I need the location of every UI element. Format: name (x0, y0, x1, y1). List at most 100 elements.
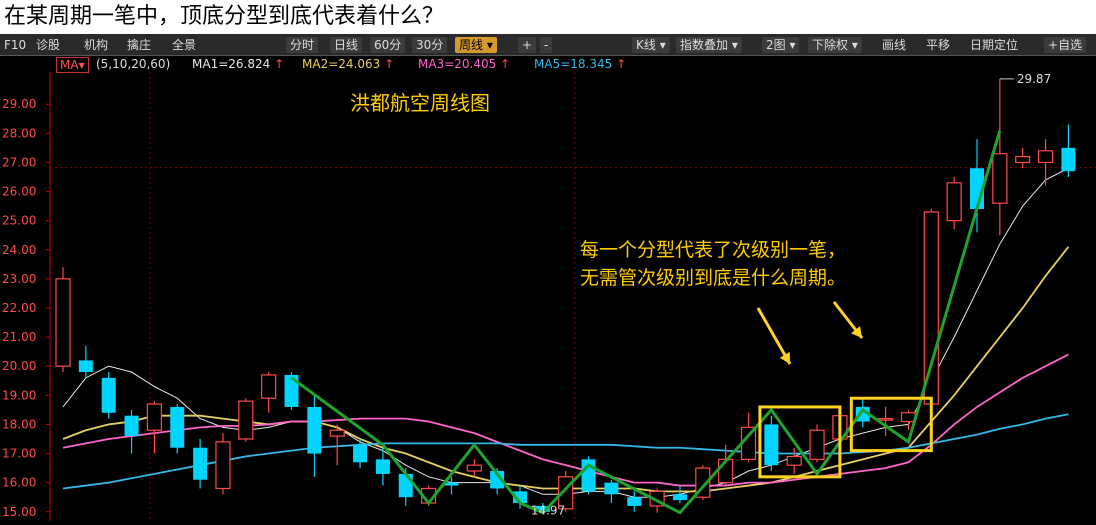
y-tick-label: 18.00 (2, 417, 36, 431)
candle (78, 345, 93, 378)
candle-body-down (444, 482, 459, 486)
candle-body-up (992, 153, 1008, 204)
moving-average-layer (62, 167, 1070, 498)
candle-body-up (215, 441, 231, 490)
bi-stroke-line (290, 129, 1002, 515)
ma-line-ma1 (62, 167, 1069, 498)
kline-label: K线 (636, 38, 656, 52)
tab-timeshare[interactable]: 分时 (286, 37, 319, 53)
candle-body-up (923, 211, 939, 405)
candle (672, 485, 687, 504)
candle-body-up (1015, 156, 1031, 164)
annotation-text: 无需管次级别到底是什么周期。 (580, 267, 846, 289)
ma5-value: MA5=18.345 ↑ (534, 56, 626, 72)
ex-rights-label: 下除权 (812, 38, 849, 52)
candle-body-down (627, 497, 642, 506)
ma-line-ma3 (62, 353, 1069, 487)
tab-30min[interactable]: 30分 (412, 37, 448, 53)
date-locate-button[interactable]: 日期定位 (970, 37, 1018, 53)
y-tick-label: 25.00 (2, 214, 36, 228)
ma1-label: MA1=26.824 (192, 57, 271, 71)
candle-body-down (1061, 147, 1076, 172)
candle (627, 491, 642, 512)
y-tick-label: 27.00 (2, 155, 36, 169)
ma-params: (5,10,20,60) (96, 57, 171, 71)
max-price-label: 29.87 (1017, 72, 1051, 86)
candle-body-down (170, 406, 185, 448)
y-tick-label: 19.00 (2, 388, 36, 402)
candle-body-up (146, 403, 162, 431)
candle (101, 372, 116, 419)
y-tick-label: 21.00 (2, 330, 36, 344)
y-tick-label: 16.00 (2, 476, 36, 490)
ma1-value: MA1=26.824 ↑ (192, 56, 284, 72)
ma-selector[interactable]: MA▾ (56, 57, 89, 73)
index-overlay-label: 指数叠加 (680, 38, 729, 52)
watchlist-label: 自选 (1058, 38, 1083, 52)
candle-body-down (124, 415, 139, 437)
candle (238, 398, 254, 442)
draw-line-button[interactable]: 画线 (882, 37, 906, 53)
two-chart-dropdown[interactable]: 2图 ▾ (762, 37, 800, 53)
two-chart-label: 2图 (766, 38, 786, 52)
toolbar-item-institution[interactable]: 机构 (84, 37, 108, 53)
candle-body-down (307, 406, 322, 454)
candle-body-up (809, 429, 825, 460)
candle (992, 78, 1008, 236)
index-overlay-dropdown[interactable]: 指数叠加 ▾ (676, 37, 742, 53)
y-tick-label: 15.00 (2, 505, 36, 519)
y-tick-label: 22.00 (2, 301, 36, 315)
watchlist-button[interactable]: +自选 (1044, 37, 1087, 53)
pan-button[interactable]: 平移 (926, 37, 950, 53)
ma3-value: MA3=20.405 ↑ (418, 56, 510, 72)
chart-toolbar: F10 诊股 机构 擒庄 全景 分时 日线 60分 30分 周线 ▾ + - K… (0, 34, 1096, 56)
candle-body-down (764, 424, 779, 466)
tab-weekly[interactable]: 周线 ▾ (455, 37, 497, 53)
tab-60min[interactable]: 60分 (370, 37, 406, 53)
candle (284, 372, 299, 410)
candle (193, 438, 208, 489)
candle-body-up (877, 418, 894, 421)
candle-body-down (353, 444, 368, 463)
candle (466, 459, 482, 477)
toolbar-item-diagnose[interactable]: 诊股 (36, 37, 60, 53)
ma2-label: MA2=24.063 (302, 57, 381, 71)
label-layer: 每一个分型代表了次级别一笔， 无需管次级别到底是什么周期。 29.87 14.97 (531, 72, 1051, 518)
candle-body-down (398, 473, 413, 498)
candle (1061, 124, 1076, 177)
stroke-layer (290, 129, 1002, 515)
candle (581, 456, 596, 495)
ma3-up-arrow: ↑ (500, 57, 511, 71)
y-tick-label: 28.00 (2, 126, 36, 140)
y-tick-label: 20.00 (2, 359, 36, 373)
candle (307, 395, 322, 477)
candle (261, 372, 277, 413)
y-tick-label: 26.00 (2, 185, 36, 199)
ex-rights-dropdown[interactable]: 下除权 ▾ (808, 37, 862, 53)
candle (809, 424, 825, 463)
candle (1037, 139, 1054, 186)
tab-weekly-label: 周线 (459, 38, 484, 52)
annotation-text: 每一个分型代表了次级别一笔， (580, 239, 846, 261)
question-title: 在某周期一笔中，顶底分型到底代表着什么？ (0, 0, 1096, 34)
ma-selector-label: MA (60, 58, 79, 72)
chart-area[interactable]: 29.00 28.00 27.00 26.00 25.00 24.00 23.00 22.00… (0, 72, 1096, 521)
tab-daily[interactable]: 日线 (330, 37, 363, 53)
zoom-in-button[interactable]: + (518, 37, 537, 53)
kline-dropdown[interactable]: K线 ▾ (632, 37, 670, 53)
toolbar-item-overview[interactable]: 全景 (172, 37, 196, 53)
candle (146, 401, 162, 454)
candle-body-up (466, 464, 482, 472)
candle (124, 409, 139, 454)
candle-body-up (55, 278, 71, 367)
f10-button[interactable]: F10 (4, 37, 26, 53)
y-tick-label: 23.00 (2, 272, 36, 286)
candlestick-chart[interactable]: 29.00 28.00 27.00 26.00 25.00 24.00 23.00 22.00… (0, 72, 1096, 521)
candle-body-up (946, 182, 962, 222)
candle-body-down (101, 377, 116, 413)
zoom-out-button[interactable]: - (540, 37, 553, 53)
candle-body-down (604, 482, 619, 495)
candle (1015, 147, 1031, 169)
toolbar-item-banker[interactable]: 擒庄 (127, 37, 151, 53)
candle (170, 404, 185, 454)
